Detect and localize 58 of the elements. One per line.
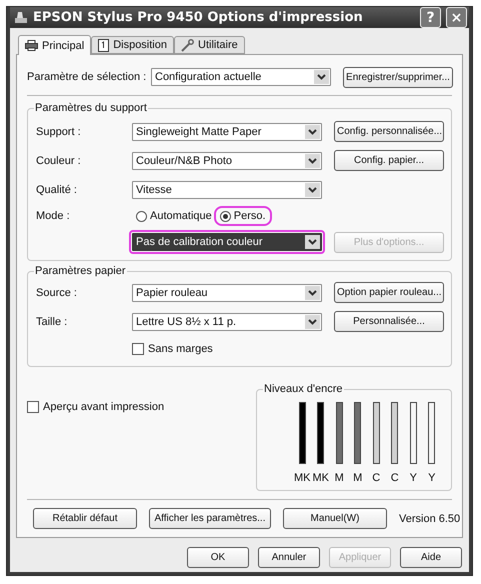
dropdown-caret-icon[interactable] — [305, 314, 320, 328]
dropdown[interactable]: Vitesse — [132, 180, 322, 198]
dropdown-caret-icon[interactable] — [305, 235, 320, 249]
field-label: Mode : — [36, 210, 71, 222]
field-label: Taille : — [36, 316, 68, 328]
dropdown[interactable]: Configuration actuelle — [151, 68, 331, 86]
ink-label: C — [372, 472, 380, 484]
field-label: Support : — [36, 126, 82, 138]
checkbox[interactable]: Aperçu avant impression — [27, 401, 164, 413]
dropdown-caret-icon[interactable] — [305, 124, 320, 138]
field-label: Source : — [36, 286, 78, 298]
ink-label: M — [353, 472, 362, 484]
page-icon — [98, 38, 110, 52]
tab[interactable]: Utilitaire — [174, 36, 245, 54]
version-text: Version 6.50 — [399, 512, 460, 524]
dropdown[interactable]: Couleur/N&B Photo — [132, 152, 322, 170]
dropdown-caret-icon[interactable] — [305, 154, 320, 168]
radio-option[interactable]: Automatique — [132, 208, 216, 224]
option-button[interactable]: Option papier rouleau... — [334, 282, 444, 303]
action-button[interactable]: Rétablir défaut — [33, 508, 137, 529]
group-title: Niveaux d'encre — [263, 383, 344, 395]
dropdown[interactable]: Papier rouleau — [132, 284, 322, 302]
dropdown-caret-icon[interactable] — [314, 70, 329, 84]
help-button[interactable]: ? — [420, 7, 441, 28]
option-button[interactable]: Config. papier... — [334, 150, 444, 171]
action-button[interactable]: Manuel(W) — [283, 508, 387, 529]
ink-label: MK — [294, 472, 310, 484]
dropdown-caret-icon[interactable] — [305, 182, 320, 196]
dropdown[interactable]: Pas de calibration couleur — [132, 233, 322, 251]
field-label: Qualité : — [36, 184, 78, 196]
printer-icon — [25, 40, 38, 51]
action-button[interactable]: Afficher les paramètres... — [149, 508, 271, 529]
tab[interactable]: Principal — [18, 35, 92, 55]
checkbox[interactable]: Sans marges — [132, 343, 213, 355]
dropdown[interactable]: Lettre US 8½ x 11 p. — [132, 312, 322, 330]
printer-icon — [14, 10, 28, 24]
field-label: Paramètre de sélection : — [27, 71, 148, 83]
ink-label: Y — [428, 472, 436, 484]
group-title: Paramètres papier — [34, 265, 126, 277]
group-title: Paramètres du support — [34, 102, 148, 114]
dropdown[interactable]: Singleweight Matte Paper — [132, 122, 322, 140]
ink-label: Y — [410, 472, 417, 484]
tab[interactable]: Disposition — [91, 36, 174, 54]
save-delete-button[interactable]: Enregistrer/supprimer... — [343, 66, 453, 88]
ink-label: M — [334, 472, 344, 484]
option-button[interactable]: Personnalisée... — [334, 311, 444, 332]
radio-option[interactable]: Perso. — [216, 208, 270, 224]
ink-label: C — [390, 472, 399, 484]
ink-label: MK — [312, 472, 329, 484]
dropdown-caret-icon[interactable] — [305, 286, 320, 300]
wrench-icon — [181, 38, 194, 52]
dialog-button[interactable]: Aide — [400, 547, 462, 568]
option-button[interactable]: Config. personnalisée... — [334, 121, 444, 142]
dialog-button[interactable]: OK — [187, 547, 249, 568]
field-label: Couleur : — [36, 154, 82, 166]
dialog-button[interactable]: Annuler — [258, 547, 320, 568]
window-title: EPSON Stylus Pro 9450 Options d'impression — [33, 10, 364, 25]
close-button[interactable]: × — [446, 7, 467, 28]
